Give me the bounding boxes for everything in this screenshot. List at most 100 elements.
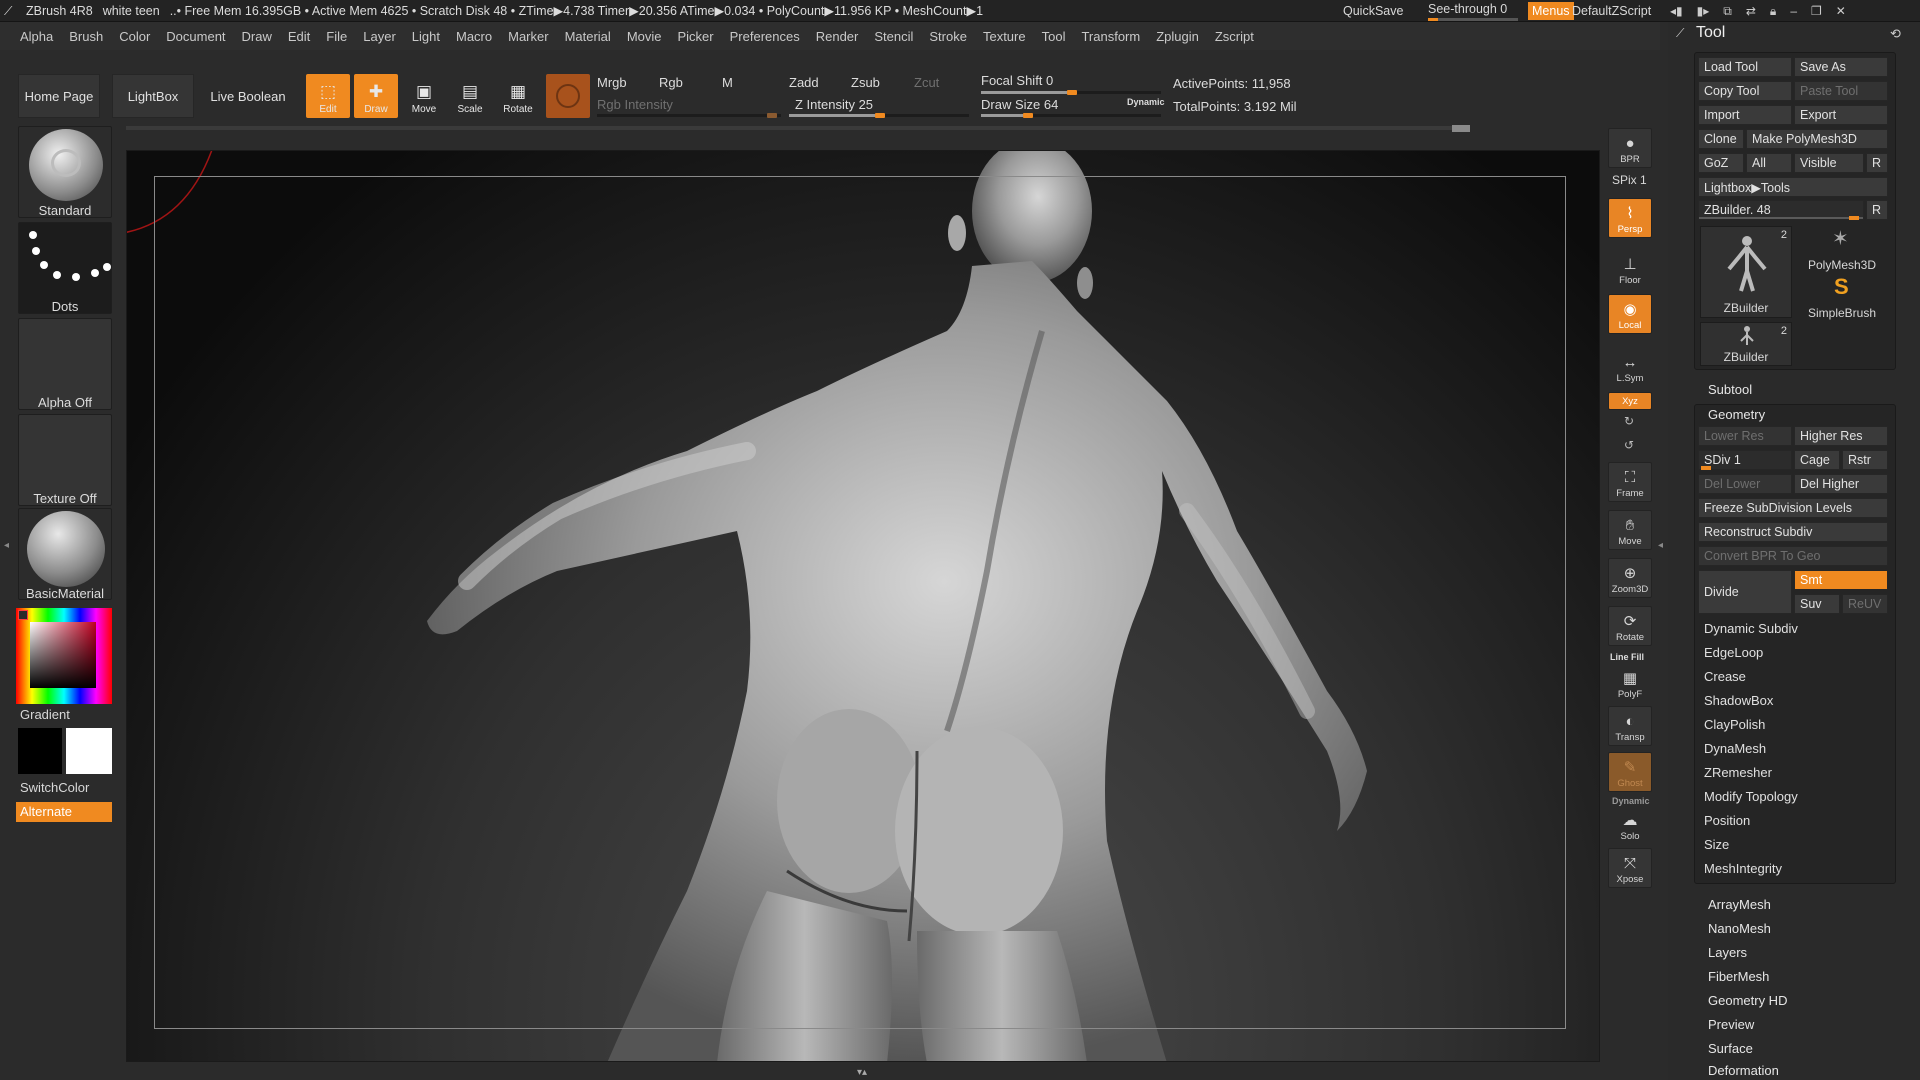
geom-dynamesh[interactable]: DynaMesh (1704, 741, 1766, 756)
smt-toggle[interactable]: Smt (1794, 570, 1888, 590)
palette-reset-icon[interactable]: ⟲ (1890, 26, 1901, 42)
clone-button[interactable]: Clone (1698, 129, 1744, 149)
del-higher-button[interactable]: Del Higher (1794, 474, 1888, 494)
menu-color[interactable]: Color (119, 29, 150, 44)
suv-toggle[interactable]: Suv (1794, 594, 1840, 614)
move-mode-button[interactable]: ▣ Move (402, 74, 446, 118)
maximize-icon[interactable]: ❐ (1811, 4, 1822, 18)
section-layers[interactable]: Layers (1708, 945, 1747, 960)
menu-stroke[interactable]: Stroke (929, 29, 967, 44)
reuv-toggle[interactable]: ReUV (1842, 594, 1888, 614)
restore-layout-icon[interactable]: ⧉ (1723, 4, 1732, 19)
lightbox-button[interactable]: LightBox (112, 74, 194, 118)
section-nanomesh[interactable]: NanoMesh (1708, 921, 1771, 936)
sdiv-slider[interactable]: SDiv 1 (1698, 450, 1792, 470)
color-square[interactable] (30, 622, 96, 688)
minimize-icon[interactable]: – (1790, 4, 1797, 18)
import-button[interactable]: Import (1698, 105, 1792, 125)
section-geometry-hd[interactable]: Geometry HD (1708, 993, 1787, 1008)
draw-size-slider[interactable]: Draw Size 64 (981, 97, 1058, 112)
menu-draw[interactable]: Draw (242, 29, 272, 44)
del-lower-button[interactable]: Del Lower (1698, 474, 1792, 494)
switch-color-button[interactable]: SwitchColor (20, 780, 89, 795)
menus-toggle[interactable]: Menus (1528, 2, 1574, 20)
menu-texture[interactable]: Texture (983, 29, 1026, 44)
geom-position[interactable]: Position (1704, 813, 1750, 828)
rgb-button[interactable]: Rgb (659, 75, 683, 90)
edit-mode-button[interactable]: ⬚ Edit (306, 74, 350, 118)
scale-mode-button[interactable]: ▤ Scale (448, 74, 492, 118)
cage-button[interactable]: Cage (1794, 450, 1840, 470)
goz-r-button[interactable]: R (1866, 153, 1888, 173)
zcut-button[interactable]: Zcut (914, 75, 939, 90)
menu-alpha[interactable]: Alpha (20, 29, 53, 44)
geom-crease[interactable]: Crease (1704, 669, 1746, 684)
secondary-color-swatch[interactable] (66, 728, 112, 774)
menu-picker[interactable]: Picker (678, 29, 714, 44)
layout-toggle-icon[interactable]: ◂▮ (1670, 4, 1683, 18)
geom-zremesher[interactable]: ZRemesher (1704, 765, 1772, 780)
menu-document[interactable]: Document (166, 29, 225, 44)
zsub-button[interactable]: Zsub (851, 75, 880, 90)
focal-shift-slider[interactable]: Focal Shift 0 (981, 73, 1053, 88)
menu-material[interactable]: Material (565, 29, 611, 44)
goz-visible-button[interactable]: Visible (1794, 153, 1864, 173)
section-fibermesh[interactable]: FiberMesh (1708, 969, 1769, 984)
live-boolean-button[interactable]: Live Boolean (204, 74, 292, 118)
menu-brush[interactable]: Brush (69, 29, 103, 44)
save-as-button[interactable]: Save As (1794, 57, 1888, 77)
menu-transform[interactable]: Transform (1081, 29, 1140, 44)
rotate-z-icon[interactable]: ↺ (1624, 438, 1634, 452)
geom-size[interactable]: Size (1704, 837, 1729, 852)
zoom3d-button[interactable]: ⊕ Zoom3D (1608, 558, 1652, 598)
swap-layout-icon[interactable]: ⇄ (1746, 4, 1756, 18)
geom-claypolish[interactable]: ClayPolish (1704, 717, 1765, 732)
canvas-top-scroll[interactable] (126, 125, 1470, 132)
draw-mode-button[interactable]: ✚ Draw (354, 74, 398, 118)
default-zscript-button[interactable]: DefaultZScript (1572, 0, 1651, 22)
zadd-button[interactable]: Zadd (789, 75, 819, 90)
geom-shadowbox[interactable]: ShadowBox (1704, 693, 1773, 708)
material-sphere-button[interactable] (546, 74, 590, 118)
gradient-label[interactable]: Gradient (20, 707, 70, 722)
see-through-slider[interactable]: See-through 0 (1428, 0, 1518, 22)
move-view-button[interactable]: ✋︎ Move (1608, 510, 1652, 550)
alternate-button[interactable]: Alternate (16, 802, 112, 822)
rstr-button[interactable]: Rstr (1842, 450, 1888, 470)
z-intensity-track[interactable] (789, 113, 969, 118)
lsym-button[interactable]: ↔ L.Sym (1608, 346, 1652, 386)
menu-edit[interactable]: Edit (288, 29, 310, 44)
divide-button[interactable]: Divide (1698, 570, 1792, 614)
rgb-intensity-slider[interactable]: Rgb Intensity (597, 97, 673, 112)
transp-button[interactable]: ◐ Transp (1608, 706, 1652, 746)
copy-tool-button[interactable]: Copy Tool (1698, 81, 1792, 101)
freeze-subdivision-button[interactable]: Freeze SubDivision Levels (1698, 498, 1888, 518)
load-tool-button[interactable]: Load Tool (1698, 57, 1792, 77)
layout-toggle2-icon[interactable]: ▮▸ (1697, 4, 1710, 18)
paste-tool-button[interactable]: Paste Tool (1794, 81, 1888, 101)
dynamic-toggle[interactable]: Dynamic (1127, 97, 1165, 107)
subtool-section[interactable]: Subtool (1708, 382, 1752, 397)
reconstruct-subdiv-button[interactable]: Reconstruct Subdiv (1698, 522, 1888, 542)
rgb-intensity-track[interactable] (597, 113, 781, 118)
collapse-right-shelf-icon[interactable]: ◂ (1658, 540, 1664, 554)
draw-size-track[interactable] (981, 113, 1161, 118)
menu-layer[interactable]: Layer (363, 29, 396, 44)
tool-thumb-polymesh3d[interactable]: ✶ PolyMesh3D (1796, 226, 1888, 272)
tool-thumb-simplebrush[interactable]: S SimpleBrush (1796, 274, 1888, 320)
convert-bpr-button[interactable]: Convert BPR To Geo (1698, 546, 1888, 566)
persp-button[interactable]: ⌇ Persp (1608, 198, 1652, 238)
frame-button[interactable]: ⛶ Frame (1608, 462, 1652, 502)
lower-res-button[interactable]: Lower Res (1698, 426, 1792, 446)
rotate-view-button[interactable]: ⟳ Rotate (1608, 606, 1652, 646)
ghost-button[interactable]: ✎ Ghost (1608, 752, 1652, 792)
zbuilder-r-button[interactable]: R (1866, 200, 1888, 220)
geometry-section[interactable]: Geometry (1708, 407, 1765, 422)
xyz-button[interactable]: Xyz (1608, 392, 1652, 410)
goz-all-button[interactable]: All (1746, 153, 1792, 173)
tool-thumb-zbuilder[interactable]: 2 ZBuilder (1700, 226, 1792, 318)
menu-zscript[interactable]: Zscript (1215, 29, 1254, 44)
geom-meshintegrity[interactable]: MeshIntegrity (1704, 861, 1782, 876)
palette-title[interactable]: Tool (1696, 24, 1725, 42)
menu-movie[interactable]: Movie (627, 29, 662, 44)
